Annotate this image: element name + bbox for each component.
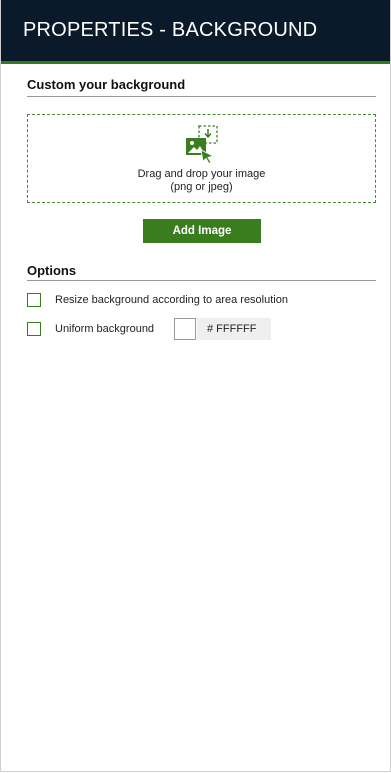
properties-panel: PROPERTIES - BACKGROUND Custom your back… [0, 0, 391, 772]
color-swatch[interactable] [174, 318, 196, 340]
image-upload-icon [186, 125, 218, 165]
section-divider [27, 96, 376, 97]
options-title: Options [27, 263, 77, 278]
uniform-option: Uniform background [27, 322, 154, 336]
panel-header: PROPERTIES - BACKGROUND [1, 0, 390, 64]
add-image-button[interactable]: Add Image [143, 219, 261, 243]
uniform-checkbox[interactable] [27, 322, 41, 336]
section-divider [27, 280, 376, 281]
dropzone-instruction: Drag and drop your image [137, 168, 266, 180]
resize-label: Resize background according to area reso… [55, 294, 288, 306]
uniform-label: Uniform background [55, 323, 155, 335]
color-hex-field[interactable]: # FFFFFF [197, 318, 271, 340]
resize-checkbox[interactable] [27, 293, 41, 307]
custom-background-title: Custom your background [27, 77, 186, 92]
image-dropzone[interactable]: Drag and drop your image (png or jpeg) [27, 114, 376, 203]
panel-title: PROPERTIES - BACKGROUND [23, 19, 318, 41]
dropzone-file-types: (png or jpeg) [170, 181, 233, 193]
resize-option: Resize background according to area reso… [27, 293, 288, 307]
